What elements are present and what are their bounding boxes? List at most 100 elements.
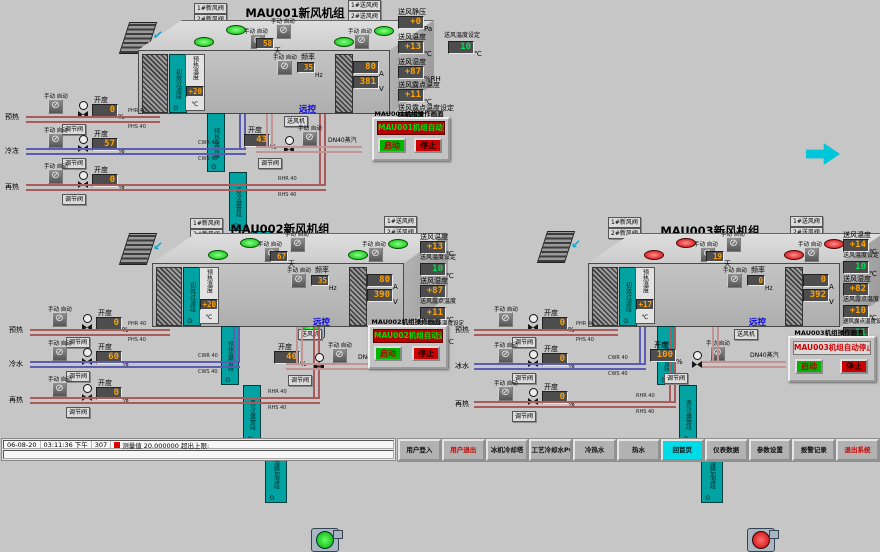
damper-mode-switch[interactable]	[368, 247, 383, 262]
nav-hot-water[interactable]: 热水	[617, 439, 660, 461]
status-lamp	[824, 239, 844, 249]
alarm-row[interactable]: 06-08-20 03:11:36 下午 307 测量值 20.000000 超…	[3, 440, 394, 450]
filter-days-readout: 58天	[256, 38, 281, 57]
supply-fan-icon[interactable]	[747, 528, 779, 552]
nav-home[interactable]: 回首页	[660, 439, 704, 461]
status-bar: 06-08-20 03:11:36 下午 307 测量值 20.000000 超…	[1, 438, 396, 461]
nav-exit-system[interactable]: 退出系统	[836, 439, 879, 461]
circuit-name: 再热	[455, 400, 469, 408]
fan-voltage-readout: 381V	[353, 76, 384, 95]
status-lamp	[784, 250, 804, 260]
start-button[interactable]: 启动	[374, 346, 402, 361]
unit-status-banner: MAU002机组自动运行	[373, 329, 443, 343]
circuit-name: 再热	[9, 396, 23, 404]
preheat-temp-label: 预热温度	[641, 269, 649, 293]
preheat-temp-section: 预热温度 +17 ℃	[635, 267, 655, 324]
nav-user-login[interactable]: 用户登入	[398, 439, 441, 461]
nav-user-logout[interactable]: 用户退出	[441, 439, 485, 461]
damper-mode-switch[interactable]	[290, 237, 305, 252]
alarm-icon	[114, 442, 121, 448]
valve-mode-switch[interactable]	[48, 99, 63, 114]
steam-pipe-riser	[296, 327, 303, 363]
measurement-label: 送风温度设定	[843, 252, 880, 259]
opening-label: 开度	[94, 166, 108, 174]
stop-button[interactable]: 停止	[412, 346, 440, 361]
valve-mode-switch[interactable]	[48, 169, 63, 184]
remote-control-button[interactable]: 远控	[299, 103, 316, 115]
valve-mode-switch[interactable]	[302, 131, 317, 146]
stop-button[interactable]: 停止	[414, 138, 442, 153]
supply-valve-label: 1#送风阀	[384, 216, 417, 227]
status-lamp	[334, 37, 354, 47]
start-button[interactable]: 启动	[378, 138, 406, 153]
status-lamp	[388, 239, 408, 249]
valve-mode-switch[interactable]	[52, 346, 67, 361]
fan-voltage-readout: 392V	[803, 289, 834, 308]
section-bar: 表冷盘管段	[243, 385, 261, 444]
fan-voltage-readout: 390V	[367, 289, 398, 308]
measurement-label: 送风露点温度	[843, 296, 880, 303]
status-lamp	[374, 26, 394, 36]
measurement-label: 送风露点温度	[398, 81, 440, 89]
damper-mode-switch[interactable]	[276, 24, 291, 39]
opening-value: 100%	[650, 349, 683, 368]
preheat-temp-value: +17	[636, 298, 654, 310]
nav-instrument-data[interactable]: 仪表数据	[704, 439, 748, 461]
preheat-temp-label: 预热温度	[205, 269, 213, 293]
status-lamp	[644, 250, 664, 260]
freq-label: 频率	[751, 266, 765, 274]
valve-mode-switch[interactable]	[52, 312, 67, 327]
pipe	[474, 329, 618, 336]
circuit-name: 冷冻	[5, 147, 19, 155]
damper-mode-switch[interactable]	[804, 247, 819, 262]
steam-pipe	[256, 146, 362, 153]
pipe-label: RHR 40	[636, 393, 655, 399]
nav-chiller-cooling-tower[interactable]: 冰机冷却塔	[485, 439, 529, 461]
remote-control-button[interactable]: 远控	[749, 316, 766, 328]
nav-parameter-settings[interactable]: 参数设置	[748, 439, 792, 461]
opening-label: 开度	[544, 383, 558, 391]
opening-label: 开度	[248, 126, 262, 134]
steam-pipe-riser	[266, 114, 273, 146]
pipe-riser	[639, 327, 646, 363]
circuit-name: 再热	[5, 183, 19, 191]
measurement-label: 送风温度设定	[444, 32, 481, 39]
start-button[interactable]: 启动	[795, 359, 823, 374]
control-valve-icon[interactable]	[528, 314, 538, 331]
nav-process-cooling-water[interactable]: 工艺冷却水PCW	[529, 439, 573, 461]
status-lamp	[226, 25, 246, 35]
supply-fan-icon[interactable]	[311, 528, 343, 552]
filter-section	[592, 267, 618, 326]
fan-mode-switch[interactable]	[291, 273, 306, 288]
steam-pipe-label: DN40蒸汽	[750, 352, 779, 359]
pipe-label: CWS 40	[198, 369, 218, 375]
damper-mode-switch[interactable]	[726, 237, 741, 252]
steam-pipe-label: DN40蒸汽	[328, 137, 357, 144]
pipe-label: CWR 40	[198, 140, 218, 146]
fan-mode-switch[interactable]	[727, 273, 742, 288]
measurement-label: 送风静压	[398, 8, 426, 16]
valve-mode-switch[interactable]	[498, 386, 513, 401]
valve-mode-switch[interactable]	[48, 133, 63, 148]
valve-mode-switch[interactable]	[498, 312, 513, 327]
preheat-temp-value: +20	[186, 85, 204, 97]
nav-alarm-records[interactable]: 报警记录	[792, 439, 836, 461]
pipe-riser	[233, 327, 240, 361]
measurement-label: 送风湿度	[843, 275, 871, 283]
valve-mode-switch[interactable]	[332, 348, 347, 363]
nav-hot-cold-water[interactable]: 冷热水	[573, 439, 617, 461]
steam-valve-icon[interactable]	[692, 351, 702, 368]
measurement-label: 送风湿度	[420, 277, 448, 285]
pipe-label: RHS 40	[278, 192, 297, 198]
filter-section	[156, 267, 182, 326]
damper-mode-switch[interactable]	[354, 34, 369, 49]
supply-valve-label: 1#送风阀	[790, 216, 823, 227]
opening-label: 开度	[544, 309, 558, 317]
next-page-arrow-button[interactable]	[806, 142, 840, 166]
valve-mode-switch[interactable]	[498, 348, 513, 363]
control-valve-icon[interactable]	[82, 314, 92, 331]
fan-mode-switch[interactable]	[277, 60, 292, 75]
stop-button[interactable]: 停止	[840, 359, 868, 374]
valve-mode-switch[interactable]	[52, 382, 67, 397]
control-valve-icon[interactable]	[78, 101, 88, 118]
